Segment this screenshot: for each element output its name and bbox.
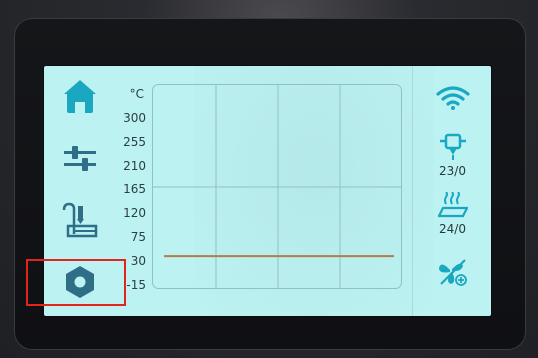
nav-print-button[interactable] (56, 196, 104, 244)
sliders-icon (64, 146, 96, 171)
wifi-status-button[interactable] (413, 86, 491, 110)
y-axis-unit: °C (129, 87, 144, 101)
y-tick-label: 300 (123, 111, 146, 125)
hotend-temp-button[interactable]: 23/0 (413, 132, 491, 178)
nav-home-button[interactable] (56, 72, 104, 120)
heated-bed-icon (437, 192, 468, 218)
hotend-icon (439, 133, 466, 160)
nav-control-button[interactable] (56, 134, 104, 182)
fan-button[interactable] (413, 256, 491, 288)
y-tick-label: 255 (123, 135, 146, 149)
y-tick-label: 75 (130, 230, 146, 244)
fan-icon (438, 259, 467, 286)
highlight-box (26, 259, 126, 306)
y-tick-label: 210 (123, 159, 146, 173)
bed-temp-button[interactable]: 24/0 (413, 192, 491, 236)
status-column: 23/0 24/0 (412, 66, 491, 316)
bed-temp-value: 24/0 (439, 222, 466, 236)
print-head-icon (62, 202, 98, 238)
temperature-chart (152, 84, 402, 289)
home-icon (64, 80, 96, 113)
device-photo-background: °C 300 255 210 165 120 75 30 -15 23/0 24… (0, 0, 538, 358)
hotend-temp-value: 23/0 (439, 164, 466, 178)
y-tick-label: 120 (123, 206, 146, 220)
wifi-icon (435, 86, 470, 110)
y-tick-label: 165 (123, 182, 146, 196)
